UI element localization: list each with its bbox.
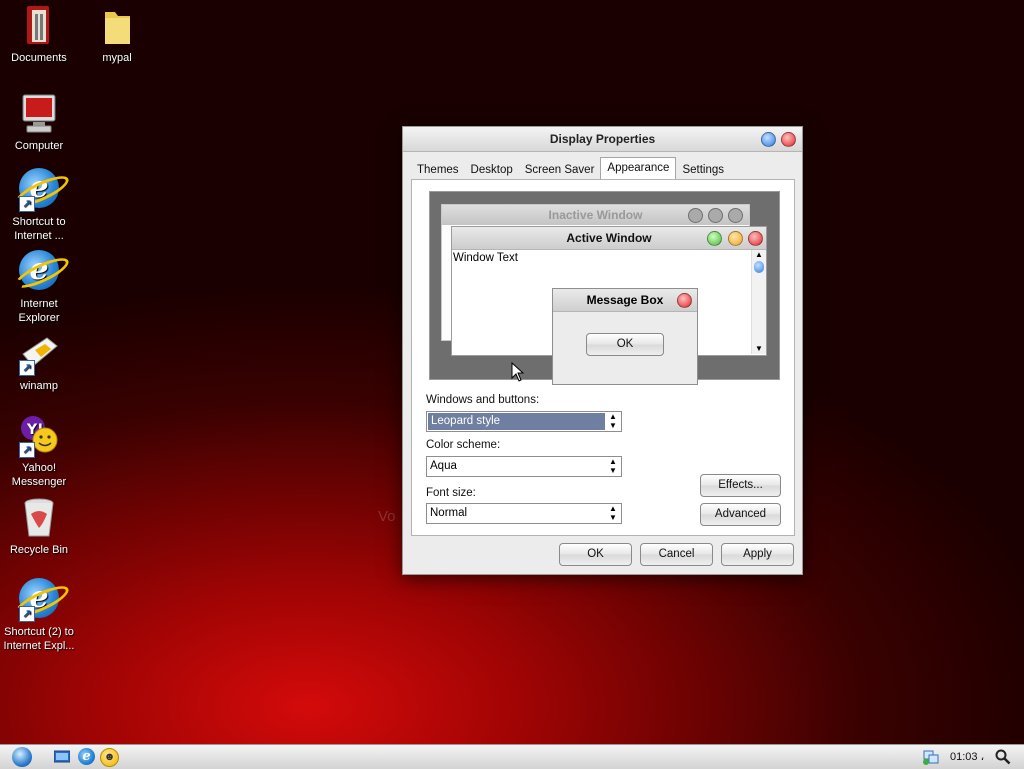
- inactive-window-titlebar: Inactive Window: [442, 205, 749, 225]
- scroll-down-arrow-icon: ▼: [755, 344, 763, 353]
- inactive-window-title: Inactive Window: [548, 208, 643, 222]
- desktop-icon-label: Shortcut to Internet ...: [12, 216, 66, 242]
- documents-folder-icon: [17, 4, 61, 48]
- desktop-icon-recycle-bin[interactable]: Recycle Bin: [0, 496, 78, 557]
- shortcut-arrow-icon: ↗: [19, 360, 35, 376]
- font-size-label: Font size:: [426, 487, 476, 499]
- effects-button[interactable]: Effects...: [700, 474, 781, 497]
- folder-icon: [95, 4, 139, 48]
- appearance-preview: Inactive Window Active Window Window Tex…: [429, 191, 780, 385]
- message-box-preview: Message Box OK: [552, 288, 698, 385]
- color-scheme-label: Color scheme:: [426, 439, 501, 451]
- dialog-titlebar[interactable]: Display Properties: [403, 127, 802, 152]
- message-box-ok-button: OK: [586, 333, 664, 356]
- internet-explorer-icon: e ↗: [17, 578, 61, 622]
- font-size-select[interactable]: Normal ▲ ▼: [426, 503, 622, 524]
- winamp-icon: ↗: [17, 332, 61, 376]
- cancel-button[interactable]: Cancel: [640, 543, 713, 566]
- color-scheme-value: Aqua: [430, 460, 457, 472]
- desktop-icon-internet-explorer[interactable]: e Internet Explorer: [0, 250, 78, 325]
- apply-button[interactable]: Apply: [721, 543, 794, 566]
- close-button[interactable]: [781, 132, 796, 147]
- tab-appearance[interactable]: Appearance: [600, 157, 677, 180]
- internet-explorer-quicklaunch-icon[interactable]: e: [78, 748, 95, 765]
- message-box-title: Message Box: [586, 293, 664, 307]
- message-box-titlebar: Message Box: [553, 289, 697, 312]
- desktop-icon-label: winamp: [20, 380, 58, 392]
- updown-arrow-icon: ▲ ▼: [609, 412, 617, 430]
- network-tray-icon[interactable]: [922, 749, 940, 765]
- zoom-icon: [707, 231, 722, 246]
- desktop-icon-label: Shortcut (2) to Internet Expl...: [3, 626, 75, 652]
- shortcut-arrow-icon: ↗: [19, 606, 35, 622]
- message-box-close-icon: [677, 293, 692, 308]
- tab-themes[interactable]: Themes: [411, 159, 465, 179]
- desktop-icon-label: mypal: [102, 52, 132, 64]
- background-text: Vo: [378, 508, 396, 525]
- windows-and-buttons-select[interactable]: Leopard style ▲ ▼: [426, 411, 622, 432]
- preview-scrollbar: ▲ ▼: [751, 250, 766, 354]
- scroll-up-arrow-icon: ▲: [755, 250, 763, 259]
- tray-clock[interactable]: 01:03 ،: [950, 750, 984, 763]
- tab-screen-saver[interactable]: Screen Saver: [519, 159, 601, 179]
- desktop-icon-label: Computer: [14, 140, 64, 152]
- mouse-cursor-icon: [511, 362, 525, 382]
- inactive-zoom-icon: [708, 208, 723, 223]
- window-text-sample: Window Text: [453, 252, 518, 264]
- desktop-icon-label: Recycle Bin: [9, 544, 69, 556]
- close-icon: [748, 231, 763, 246]
- color-scheme-select[interactable]: Aqua ▲ ▼: [426, 456, 622, 477]
- desktop-icon-shortcut-2-internet[interactable]: e ↗ Shortcut (2) to Internet Expl...: [0, 578, 78, 653]
- tab-desktop[interactable]: Desktop: [465, 159, 519, 179]
- internet-explorer-icon: e ↗: [17, 168, 61, 212]
- desktop-icon-label: Yahoo! Messenger: [11, 462, 67, 488]
- windows-and-buttons-label: Windows and buttons:: [426, 394, 540, 406]
- yahoo-messenger-quicklaunch-icon[interactable]: ☻: [100, 748, 119, 767]
- search-icon[interactable]: [995, 749, 1011, 765]
- computer-icon: [17, 92, 61, 136]
- recycle-bin-icon: [17, 496, 61, 540]
- active-window-titlebar: Active Window: [452, 227, 766, 250]
- updown-arrow-icon: ▲ ▼: [609, 504, 617, 522]
- desktop-icon-yahoo-messenger[interactable]: Y! ↗ Yahoo! Messenger: [0, 414, 78, 489]
- advanced-button[interactable]: Advanced: [700, 503, 781, 526]
- tab-bar: Themes Desktop Screen Saver Appearance S…: [411, 157, 730, 180]
- show-desktop-icon[interactable]: [54, 750, 70, 764]
- updown-arrow-icon: ▲ ▼: [609, 457, 617, 475]
- desktop-icon-documents[interactable]: Documents: [0, 4, 78, 65]
- taskbar: e ☻ 01:03 ،: [0, 744, 1024, 769]
- appearance-panel: Inactive Window Active Window Window Tex…: [411, 179, 795, 536]
- desktop-icon-shortcut-internet[interactable]: e ↗ Shortcut to Internet ...: [0, 168, 78, 243]
- yahoo-messenger-icon: Y! ↗: [17, 414, 61, 458]
- tab-settings[interactable]: Settings: [676, 159, 730, 179]
- inactive-minimize-icon: [688, 208, 703, 223]
- shortcut-arrow-icon: ↗: [19, 196, 35, 212]
- minimize-icon: [728, 231, 743, 246]
- help-button[interactable]: [761, 132, 776, 147]
- active-window-preview: Active Window Window Text ▲ ▼ Message Bo…: [451, 226, 767, 385]
- desktop-icon-mypal[interactable]: mypal: [78, 4, 156, 65]
- font-size-value: Normal: [430, 507, 468, 519]
- inactive-close-icon: [728, 208, 743, 223]
- shortcut-arrow-icon: ↗: [19, 442, 35, 458]
- display-properties-dialog: Display Properties Themes Desktop Screen…: [402, 126, 803, 575]
- active-window-title: Active Window: [566, 231, 652, 245]
- desktop-icon-label: Internet Explorer: [18, 298, 60, 324]
- desktop-icon-computer[interactable]: Computer: [0, 92, 78, 153]
- ok-button[interactable]: OK: [559, 543, 632, 566]
- dialog-title: Display Properties: [549, 132, 656, 146]
- internet-explorer-icon: e: [17, 250, 61, 294]
- desktop-icon-label: Documents: [11, 52, 67, 64]
- desktop-icon-winamp[interactable]: ↗ winamp: [0, 332, 78, 393]
- start-button[interactable]: [12, 747, 32, 767]
- scroll-thumb: [754, 261, 764, 273]
- windows-and-buttons-value: Leopard style: [428, 413, 605, 430]
